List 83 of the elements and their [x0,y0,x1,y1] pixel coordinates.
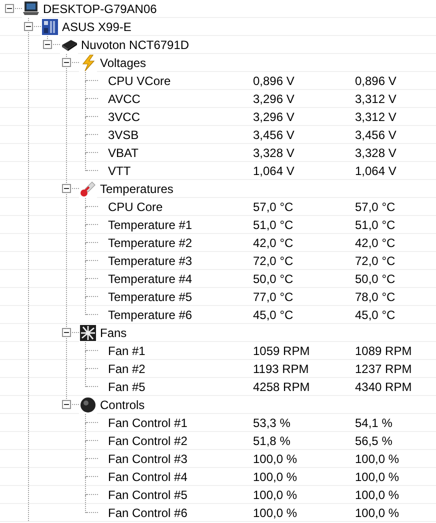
sensor-name: Fan Control #6 [108,506,188,520]
sensor-value: 3,328 V [253,146,296,160]
sensor-value: 100,0 % [355,506,400,520]
sensor-value: 4340 RPM [355,380,413,394]
sensor-name: Fan #5 [108,380,146,394]
collapse-toggle[interactable] [62,328,71,337]
sensor-value: 45,0 °C [253,308,294,322]
sensor-name: AVCC [108,92,140,106]
collapse-toggle[interactable] [24,22,33,31]
sensor-value: 0,896 V [253,74,296,88]
sensor-name: Temperature #4 [108,272,192,286]
motherboard-icon [41,18,59,36]
sensor-name: VTT [108,164,131,178]
sensor-value: 51,0 °C [253,218,294,232]
sensor-value: 50,0 °C [355,272,396,286]
sensor-value: 1059 RPM [253,344,311,358]
collapse-toggle[interactable] [62,58,71,67]
sensor-value: 100,0 % [253,452,298,466]
sensor-value: 57,0 °C [253,200,294,214]
sensor-value: 78,0 °C [355,290,396,304]
collapse-toggle[interactable] [62,184,71,193]
sensor-value: 100,0 % [355,470,400,484]
sensor-value: 57,0 °C [355,200,396,214]
sensor-value: 100,0 % [253,470,298,484]
sensor-value: 56,5 % [355,434,394,448]
sensor-name: Temperature #6 [108,308,192,322]
sensor-name: Fan Control #5 [108,488,188,502]
sensor-value: 42,0 °C [355,236,396,250]
sensor-value: 72,0 °C [253,254,294,268]
sensor-value: 3,312 V [355,92,398,106]
sensor-name: Temperature #3 [108,254,192,268]
sensor-name: Fan Control #2 [108,434,188,448]
sensor-name: Fan Control #4 [108,470,188,484]
knob-icon [79,396,97,414]
sensor-value: 3,312 V [355,110,398,124]
sensor-value: 100,0 % [253,488,298,502]
sensor-value: 1237 RPM [355,362,413,376]
sensor-value: 42,0 °C [253,236,294,250]
tree-node-label[interactable]: DESKTOP-G79AN06 [43,2,157,16]
tree-node-label[interactable]: Controls [100,398,145,412]
sensor-value: 54,1 % [355,416,394,430]
sensor-value: 53,3 % [253,416,292,430]
collapse-toggle[interactable] [43,40,52,49]
sensor-value: 3,456 V [253,128,296,142]
sensor-name: CPU VCore [108,74,171,88]
computer-icon [22,0,40,18]
sensor-name: Temperature #5 [108,290,192,304]
sensor-name: Temperature #1 [108,218,192,232]
sensor-value: 50,0 °C [253,272,294,286]
sensor-value: 1193 RPM [253,362,310,376]
sensor-name: 3VCC [108,110,140,124]
sensor-value: 4258 RPM [253,380,311,394]
sensor-name: VBAT [108,146,138,160]
sensor-name: CPU Core [108,200,163,214]
sensor-value: 3,456 V [355,128,398,142]
collapse-toggle[interactable] [5,4,14,13]
sensor-value: 3,328 V [355,146,398,160]
sensor-value: 3,296 V [253,110,296,124]
sensor-value: 3,296 V [253,92,296,106]
sensor-value: 72,0 °C [355,254,396,268]
sensor-value: 100,0 % [355,452,400,466]
sensor-value: 77,0 °C [253,290,294,304]
tree-node-label[interactable]: Fans [100,326,127,340]
sensor-value: 100,0 % [355,488,400,502]
sensor-name: Fan Control #3 [108,452,188,466]
sensor-value: 1089 RPM [355,344,413,358]
sensor-value: 0,896 V [355,74,398,88]
sensor-name: Fan #1 [108,344,146,358]
sensor-name: 3VSB [108,128,139,142]
sensor-name: Temperature #2 [108,236,192,250]
tree-node-label[interactable]: Temperatures [100,182,174,196]
tree-node-label[interactable]: ASUS X99-E [62,20,132,34]
sensor-value: 100,0 % [253,506,298,520]
sensor-value: 45,0 °C [355,308,396,322]
sensor-value: 1,064 V [355,164,398,178]
sensor-name: Fan Control #1 [108,416,188,430]
sensor-name: Fan #2 [108,362,146,376]
tree-node-label[interactable]: Voltages [100,56,146,70]
collapse-toggle[interactable] [62,400,71,409]
tree-node-label[interactable]: Nuvoton NCT6791D [81,38,190,52]
sensor-value: 51,0 °C [355,218,396,232]
sensor-value: 51,8 % [253,434,292,448]
sensor-value: 1,064 V [253,164,296,178]
